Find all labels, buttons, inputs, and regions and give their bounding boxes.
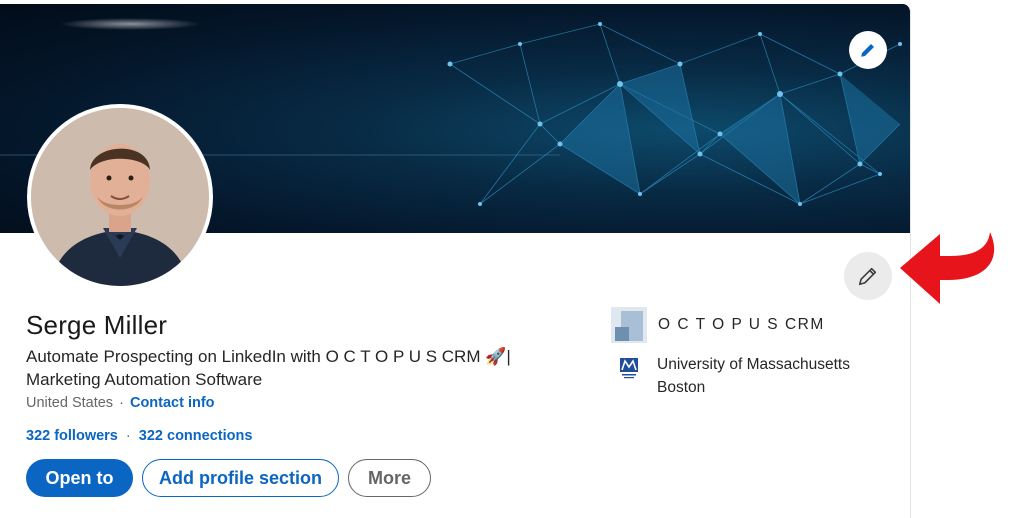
pencil-icon bbox=[861, 42, 876, 57]
education-item[interactable]: University of Massachusetts Boston bbox=[611, 355, 887, 399]
edit-intro-button[interactable] bbox=[844, 252, 892, 300]
connections-link[interactable]: 322 connections bbox=[139, 428, 253, 444]
profile-headline: Automate Prospecting on LinkedIn with O … bbox=[26, 347, 511, 389]
edit-banner-button[interactable] bbox=[849, 31, 887, 69]
separator-dot: · bbox=[125, 428, 131, 444]
company-label: O C T O P U S CRM bbox=[658, 316, 825, 333]
profile-photo[interactable] bbox=[27, 104, 213, 290]
more-button[interactable]: More bbox=[348, 459, 431, 497]
umass-boston-logo bbox=[618, 358, 640, 384]
separator-dot: · bbox=[119, 395, 124, 411]
network-row: 322 followers · 322 connections bbox=[26, 428, 252, 444]
pencil-icon bbox=[858, 267, 877, 286]
profile-card: Serge Miller Automate Prospecting on Lin… bbox=[0, 4, 911, 518]
add-profile-section-button[interactable]: Add profile section bbox=[142, 459, 339, 497]
red-curved-arrow-icon bbox=[900, 232, 995, 304]
school-label: University of Massachusetts Boston bbox=[657, 356, 850, 396]
location-row: United States · Contact info bbox=[26, 395, 215, 411]
followers-link[interactable]: 322 followers bbox=[26, 428, 118, 444]
current-company-item[interactable]: O C T O P U S CRM bbox=[611, 307, 825, 343]
contact-info-link[interactable]: Contact info bbox=[130, 395, 215, 411]
profile-name: Serge Miller bbox=[26, 310, 168, 340]
octopus-crm-logo bbox=[611, 307, 647, 343]
avatar-image bbox=[31, 108, 209, 286]
location-text: United States bbox=[26, 395, 114, 411]
open-to-button[interactable]: Open to bbox=[26, 459, 133, 497]
